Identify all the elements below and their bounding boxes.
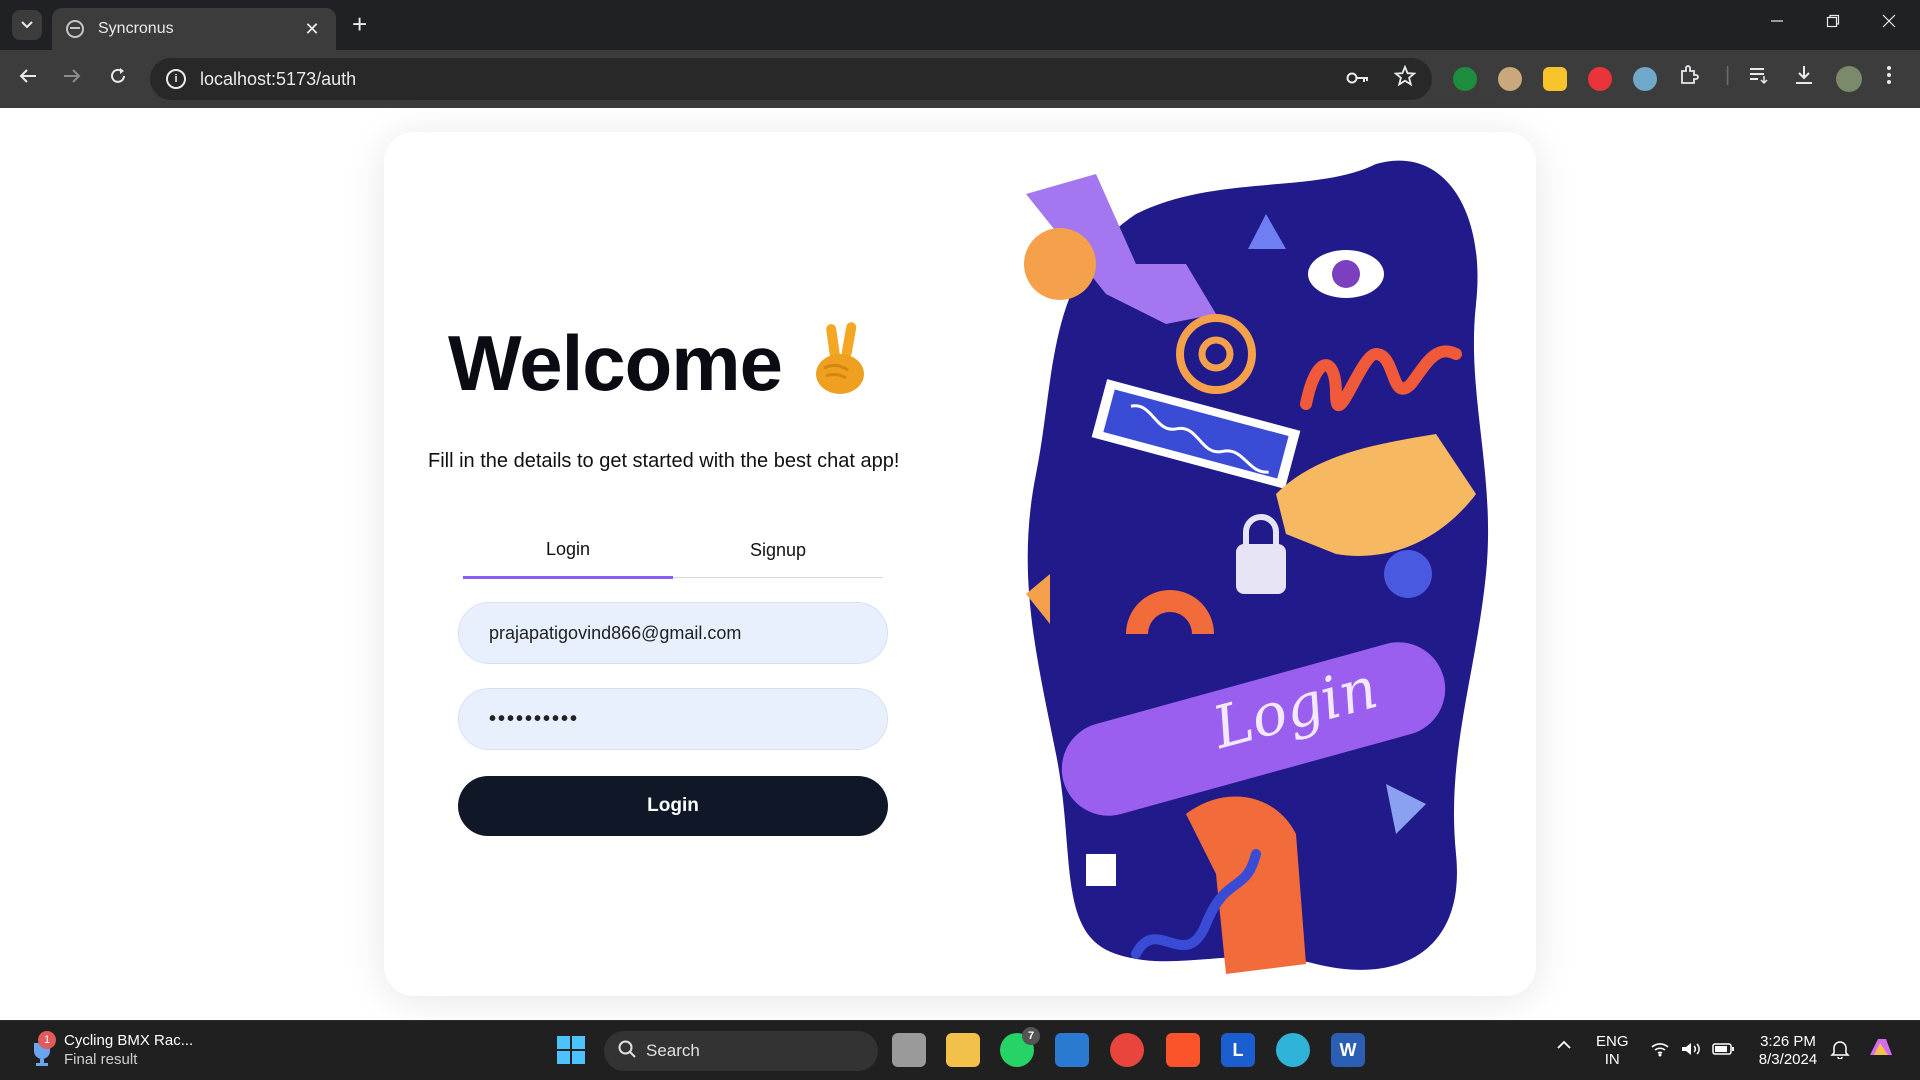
back-button[interactable]: [14, 66, 42, 92]
show-hidden-icons-button[interactable]: [1556, 1037, 1572, 1055]
start-button[interactable]: [554, 1033, 588, 1067]
profile-avatar[interactable]: [1836, 66, 1862, 92]
welcome-heading: Welcome: [448, 319, 783, 407]
tab-close-icon[interactable]: ✕: [302, 19, 322, 40]
toolbar-divider: |: [1725, 64, 1731, 86]
tab-search-button[interactable]: [12, 10, 42, 40]
page-viewport: Welcome Fill in the details to get start…: [0, 108, 1920, 1020]
extensions-puzzle-icon[interactable]: [1678, 64, 1700, 92]
password-field[interactable]: ••••••••••: [458, 688, 888, 750]
tab-login[interactable]: Login: [463, 522, 673, 579]
notification-badge: 1: [38, 1031, 56, 1049]
chevron-down-icon: [21, 21, 33, 29]
bookmark-star-icon[interactable]: [1393, 64, 1417, 93]
search-icon: [618, 1040, 636, 1063]
arrow-left-icon: [19, 69, 36, 83]
browser-tab-bar: Syncronus ✕ +: [0, 0, 1920, 50]
task-view-icon[interactable]: [892, 1033, 926, 1067]
windows-logo-icon: [557, 1036, 585, 1064]
auth-tabs: Login Signup: [463, 522, 883, 579]
arrow-right-icon: [64, 69, 81, 83]
notification-subtitle: Final result: [64, 1051, 138, 1068]
tab-title: Syncronus: [98, 20, 174, 37]
copilot-icon[interactable]: [1866, 1035, 1896, 1066]
extension-green-icon[interactable]: [1453, 67, 1477, 91]
widget-notification[interactable]: 1 Cycling BMX Rac... Final result: [28, 1031, 193, 1069]
login-illustration: Login: [1024, 160, 1489, 974]
whatsapp-badge: 7: [1022, 1027, 1040, 1045]
minimize-button[interactable]: [1754, 12, 1800, 33]
l-app-icon[interactable]: L: [1221, 1033, 1255, 1067]
email-field[interactable]: prajapatigovind866@gmail.com: [458, 602, 888, 664]
download-icon[interactable]: [1793, 64, 1815, 92]
media-queue-icon[interactable]: [1748, 64, 1770, 92]
battery-icon[interactable]: [1712, 1041, 1736, 1062]
search-label: Search: [646, 1041, 700, 1060]
browser-tab[interactable]: Syncronus ✕: [52, 8, 336, 50]
password-key-icon[interactable]: [1346, 68, 1370, 91]
chevron-up-icon: [1557, 1040, 1571, 1049]
auth-card: Welcome Fill in the details to get start…: [384, 132, 1536, 996]
file-explorer-icon[interactable]: [946, 1033, 980, 1067]
trophy-icon: 1: [28, 1031, 56, 1067]
windows-taskbar: 1 Cycling BMX Rac... Final result Search…: [0, 1020, 1920, 1080]
clock[interactable]: 3:26 PM 8/3/2024: [1752, 1033, 1824, 1069]
new-tab-button[interactable]: +: [352, 11, 367, 37]
subtitle: Fill in the details to get started with …: [428, 450, 900, 472]
volume-icon[interactable]: [1680, 1041, 1702, 1062]
word-icon[interactable]: W: [1331, 1033, 1365, 1067]
extension-face-icon[interactable]: [1498, 67, 1522, 91]
language-line1: ENG: [1596, 1033, 1629, 1050]
taskbar-search[interactable]: Search: [604, 1031, 878, 1071]
edge-icon[interactable]: [1276, 1033, 1310, 1067]
wifi-icon[interactable]: [1650, 1041, 1670, 1062]
chrome-icon[interactable]: [1110, 1033, 1144, 1067]
language-indicator[interactable]: ENG IN: [1596, 1033, 1629, 1069]
extension-red-icon[interactable]: [1588, 67, 1612, 91]
extension-yellow-icon[interactable]: [1543, 67, 1567, 91]
login-button[interactable]: Login: [458, 776, 888, 836]
reload-button[interactable]: [104, 66, 132, 92]
globe-icon: [66, 20, 84, 38]
address-bar[interactable]: i localhost:5173/auth: [150, 58, 1432, 100]
url-text: localhost:5173/auth: [200, 68, 357, 89]
clock-time: 3:26 PM: [1760, 1033, 1816, 1050]
notification-title: Cycling BMX Rac...: [64, 1032, 194, 1049]
browser-toolbar: i localhost:5173/auth |: [0, 50, 1920, 108]
close-icon: [1882, 14, 1896, 28]
reload-icon: [111, 68, 125, 83]
tab-signup[interactable]: Signup: [673, 522, 883, 578]
notification-bell-icon[interactable]: [1830, 1039, 1850, 1064]
brave-icon[interactable]: [1166, 1033, 1200, 1067]
whatsapp-icon[interactable]: 7: [1000, 1027, 1040, 1067]
peace-hand-icon: [816, 322, 864, 394]
forward-button[interactable]: [58, 66, 86, 92]
site-info-icon[interactable]: i: [166, 69, 186, 89]
more-menu-icon[interactable]: [1886, 64, 1892, 92]
clock-date: 8/3/2024: [1758, 1051, 1818, 1068]
restore-icon: [1826, 14, 1840, 28]
vscode-icon[interactable]: [1055, 1033, 1089, 1067]
close-window-button[interactable]: [1866, 12, 1912, 33]
minimize-icon: [1771, 20, 1783, 22]
extension-blue-icon[interactable]: [1633, 67, 1657, 91]
language-line2: IN: [1604, 1051, 1620, 1068]
restore-button[interactable]: [1810, 12, 1856, 33]
